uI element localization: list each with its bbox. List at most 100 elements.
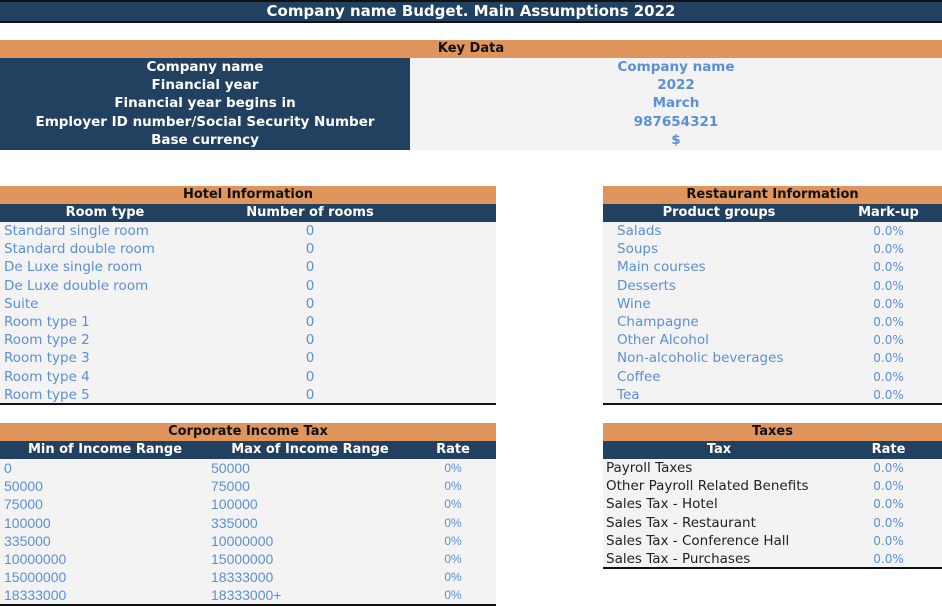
min-income-value[interactable]: 0 [4, 459, 12, 477]
max-income-value[interactable]: 18333000 [211, 568, 273, 586]
key-data-label: Base currency [151, 131, 259, 148]
tax-name: Sales Tax - Hotel [606, 496, 718, 513]
tax-rate-value[interactable]: 0.0% [835, 477, 942, 495]
col-number-of-rooms: Number of rooms [246, 205, 374, 220]
max-income-value[interactable]: 75000 [211, 477, 250, 495]
mark-up-value[interactable]: 0.0% [835, 386, 942, 404]
product-group-name: Salads [617, 223, 662, 239]
table-row: 0 50000 0% [0, 459, 496, 477]
number-of-rooms-value[interactable]: 0 [210, 240, 410, 258]
product-group-name: Main courses [617, 259, 706, 276]
table-row: Sales Tax - Conference Hall 0.0% [603, 532, 942, 550]
table-row: Non-alcoholic beverages 0.0% [603, 349, 942, 367]
number-of-rooms-value[interactable]: 0 [210, 222, 410, 240]
hotel-table-body: Standard single room 0 Standard double roo… [0, 222, 496, 405]
table-row: Sales Tax - Hotel 0.0% [603, 495, 942, 513]
max-income-value[interactable]: 100000 [211, 495, 258, 513]
page-title: Company name Budget. Main Assumptions 20… [0, 0, 942, 23]
number-of-rooms-value[interactable]: 0 [210, 258, 410, 276]
rate-value[interactable]: 0% [410, 586, 496, 604]
number-of-rooms-value[interactable]: 0 [210, 331, 410, 349]
rate-value[interactable]: 0% [410, 514, 496, 532]
rate-value[interactable]: 0% [410, 568, 496, 586]
col-min-income: Min of Income Range [27, 442, 183, 457]
rate-value[interactable]: 0% [410, 459, 496, 477]
rate-value[interactable]: 0% [410, 495, 496, 513]
min-income-value[interactable]: 10000000 [4, 550, 66, 568]
key-data-value[interactable]: 2022 [410, 76, 942, 94]
max-income-value[interactable]: 335000 [211, 514, 258, 532]
max-income-value[interactable]: 18333000+ [211, 586, 281, 604]
room-type-name: Room type 1 [4, 314, 90, 330]
room-type-name: Room type 5 [4, 386, 90, 403]
mark-up-value[interactable]: 0.0% [835, 349, 942, 367]
taxes-table-body: Payroll Taxes 0.0% Other Payroll Related B… [603, 459, 942, 569]
corporate-tax-table-body: 0 50000 0% 50000 75000 0% 75000 100000 0% 100000 3… [0, 459, 496, 606]
table-row: 100000 335000 0% [0, 514, 496, 532]
min-income-value[interactable]: 50000 [4, 477, 43, 495]
key-data-value[interactable]: $ [410, 131, 942, 149]
mark-up-value[interactable]: 0.0% [835, 222, 942, 240]
max-income-value[interactable]: 15000000 [211, 550, 273, 568]
number-of-rooms-value[interactable]: 0 [210, 386, 410, 404]
max-income-value[interactable]: 10000000 [211, 532, 273, 550]
tax-rate-value[interactable]: 0.0% [835, 495, 942, 513]
number-of-rooms-value[interactable]: 0 [210, 349, 410, 367]
hotel-section: Hotel Information Room type Number of ro… [0, 186, 496, 405]
col-room-type: Room type [65, 205, 145, 220]
mark-up-value[interactable]: 0.0% [835, 277, 942, 295]
tax-rate-value[interactable]: 0.0% [835, 532, 942, 550]
rate-value[interactable]: 0% [410, 532, 496, 550]
restaurant-header: Restaurant Information [603, 186, 942, 204]
mark-up-value[interactable]: 0.0% [835, 368, 942, 386]
max-income-value[interactable]: 50000 [211, 459, 250, 477]
table-row: Room type 4 0 [0, 368, 496, 386]
key-data-label: Company name [146, 59, 264, 75]
room-type-name: De Luxe double room [4, 277, 149, 294]
table-row: Suite 0 [0, 295, 496, 313]
key-data-value[interactable]: Company name [410, 58, 942, 76]
mark-up-value[interactable]: 0.0% [835, 331, 942, 349]
mark-up-value[interactable]: 0.0% [835, 258, 942, 276]
table-row: 75000 100000 0% [0, 495, 496, 513]
tax-name: Sales Tax - Conference Hall [606, 532, 790, 549]
number-of-rooms-value[interactable]: 0 [210, 295, 410, 313]
table-row: Main courses 0.0% [603, 258, 942, 276]
taxes-header: Taxes [603, 423, 942, 441]
taxes-columns: Tax Rate [603, 441, 942, 459]
col-mark-up: Mark-up [858, 205, 919, 220]
rate-value[interactable]: 0% [410, 477, 496, 495]
min-income-value[interactable]: 75000 [4, 495, 43, 513]
number-of-rooms-value[interactable]: 0 [210, 277, 410, 295]
product-group-name: Non-alcoholic beverages [617, 350, 784, 367]
tax-rate-value[interactable]: 0.0% [835, 514, 942, 532]
taxes-section: Taxes Tax Rate Payroll Taxes 0.0% Other Pa… [603, 423, 942, 569]
table-row: 10000000 15000000 0% [0, 550, 496, 568]
number-of-rooms-value[interactable]: 0 [210, 368, 410, 386]
mark-up-value[interactable]: 0.0% [835, 240, 942, 258]
tax-rate-value[interactable]: 0.0% [835, 550, 942, 568]
mark-up-value[interactable]: 0.0% [835, 295, 942, 313]
tax-name: Other Payroll Related Benefits [606, 478, 809, 495]
table-row: 15000000 18333000 0% [0, 568, 496, 586]
room-type-name: Room type 4 [4, 368, 90, 385]
min-income-value[interactable]: 15000000 [4, 568, 66, 586]
tax-rate-value[interactable]: 0.0% [835, 459, 942, 477]
key-data-value[interactable]: March [410, 94, 942, 112]
rate-value[interactable]: 0% [410, 550, 496, 568]
min-income-value[interactable]: 335000 [4, 532, 51, 550]
table-row: 50000 75000 0% [0, 477, 496, 495]
key-data-value[interactable]: 987654321 [410, 113, 942, 131]
col-product-groups: Product groups [662, 205, 776, 220]
table-row: Sales Tax - Restaurant 0.0% [603, 514, 942, 532]
key-data-label: Financial year begins in [114, 95, 296, 112]
mark-up-value[interactable]: 0.0% [835, 313, 942, 331]
table-row: Sales Tax - Purchases 0.0% [603, 550, 942, 568]
number-of-rooms-value[interactable]: 0 [210, 313, 410, 331]
hotel-columns: Room type Number of rooms [0, 204, 496, 222]
table-row: 18333000 18333000+ 0% [0, 586, 496, 604]
tax-name: Payroll Taxes [606, 460, 693, 476]
min-income-value[interactable]: 18333000 [4, 586, 66, 604]
min-income-value[interactable]: 100000 [4, 514, 51, 532]
key-data-section: Key Data Company name Company name Financi… [0, 40, 942, 151]
